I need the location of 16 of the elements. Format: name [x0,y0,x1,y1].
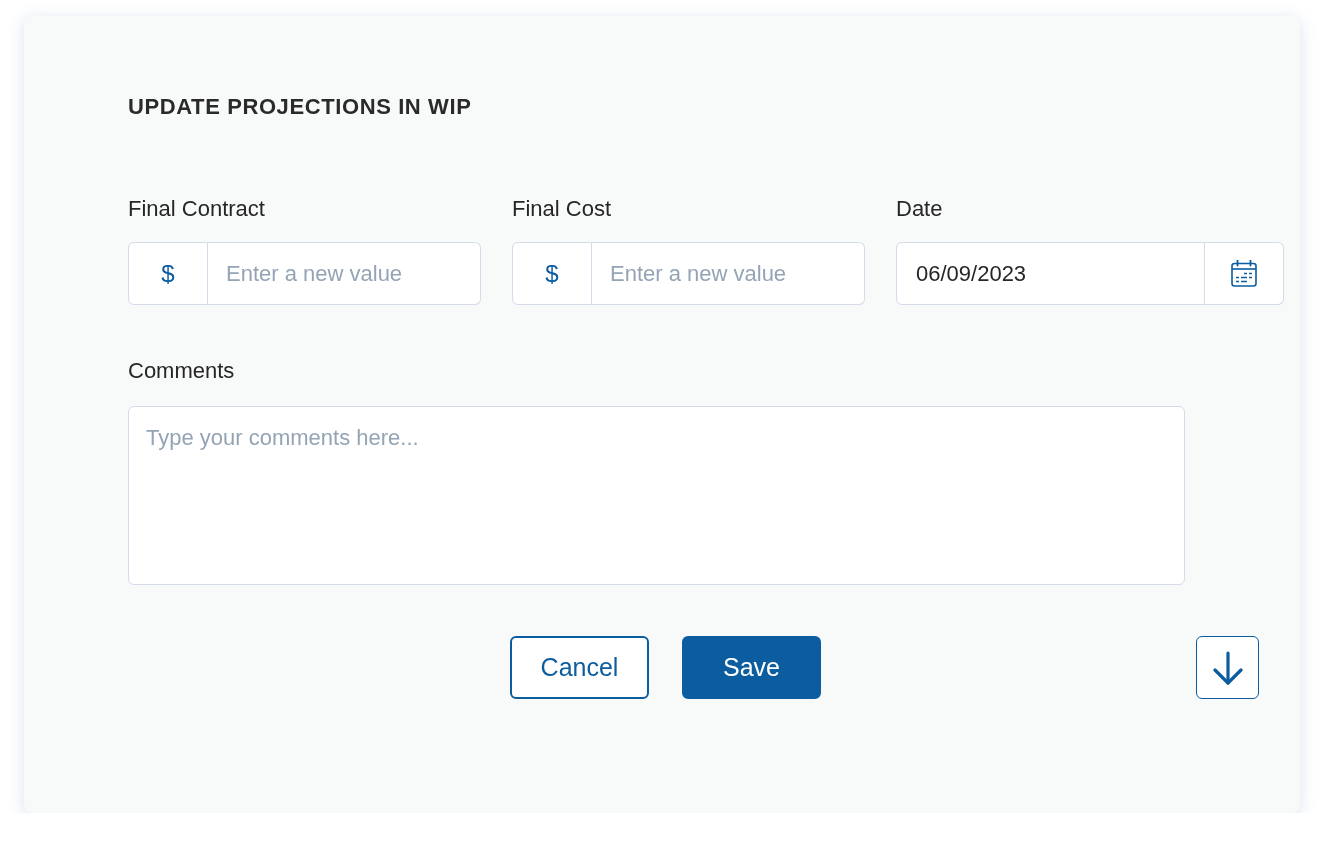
field-label: Date [896,196,943,222]
currency-prefix: $ [512,242,592,305]
calendar-button[interactable] [1205,242,1284,305]
scroll-down-button[interactable] [1196,636,1259,699]
currency-prefix: $ [128,242,208,305]
field-label: Final Cost [512,196,612,222]
calendar-icon [1231,260,1257,287]
save-button[interactable]: Save [682,636,821,699]
date-input-field[interactable]: 06/09/2023 [896,242,1205,305]
field-label: Final Contract [128,196,265,222]
cancel-button[interactable]: Cancel [510,636,649,699]
amount-input-field[interactable]: Enter a new value [592,242,865,305]
amount-input-field[interactable]: Enter a new value [208,242,481,305]
comments-field[interactable]: Type your comments here... [128,406,1185,585]
field-label: Comments [128,358,235,384]
dialog-title: UPDATE PROJECTIONS IN WIP [128,94,472,120]
